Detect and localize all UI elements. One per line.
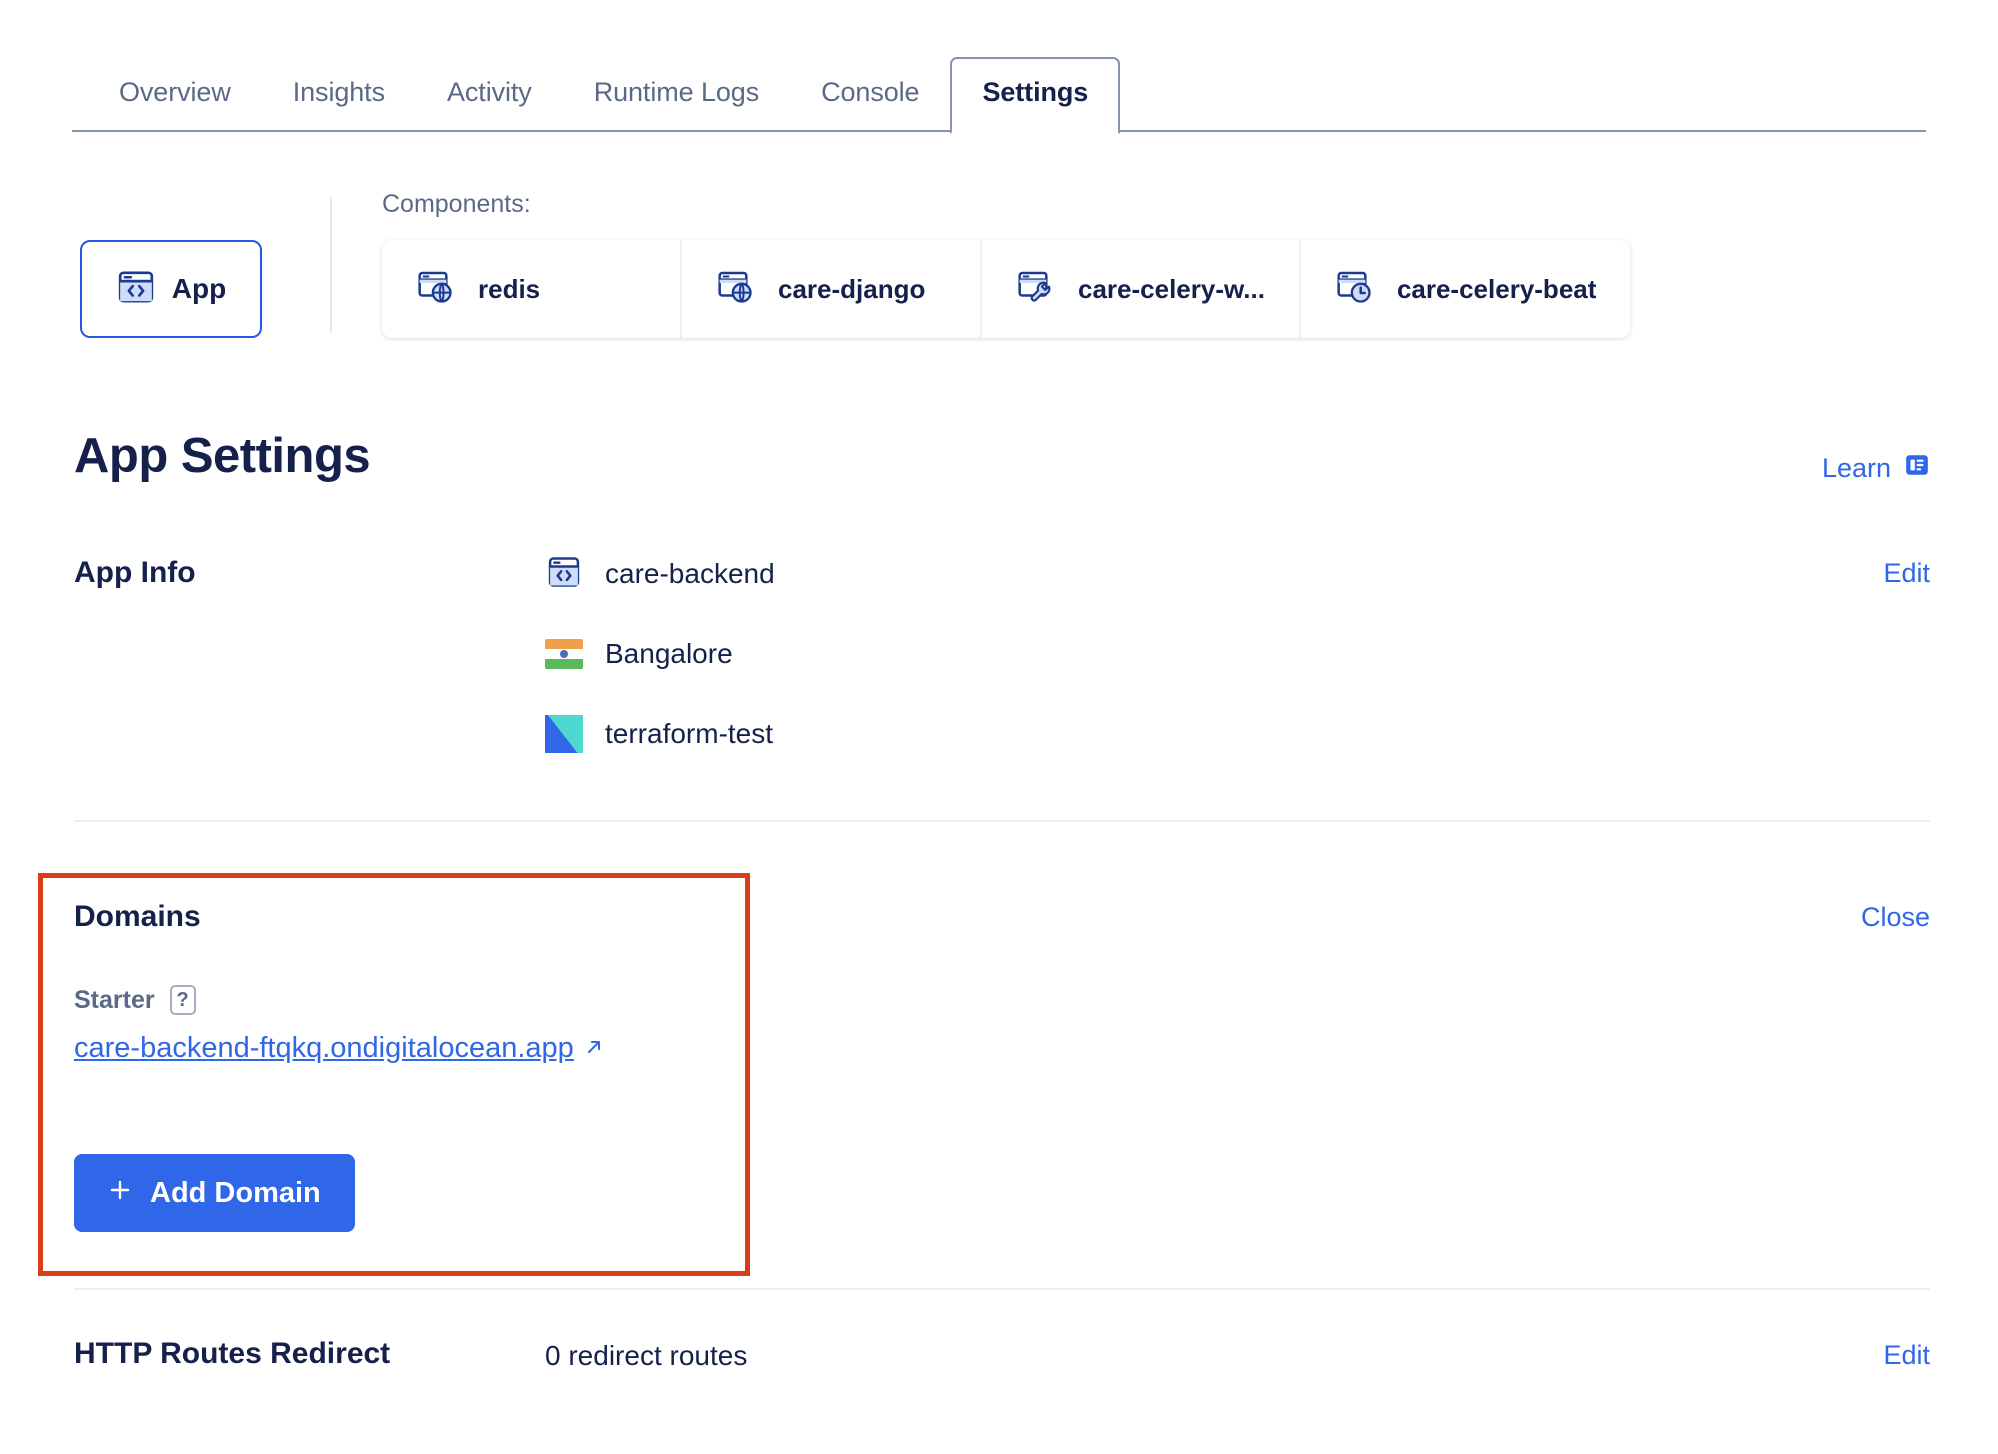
tab-overview[interactable]: Overview (88, 77, 262, 132)
code-window-icon (116, 267, 156, 312)
http-routes-value: 0 redirect routes (545, 1340, 748, 1371)
window-clock-icon (1335, 267, 1375, 312)
app-info-project: terraform-test (605, 718, 774, 749)
add-domain-button[interactable]: Add Domain (74, 1154, 355, 1232)
app-info-row-name: care-backend (545, 534, 775, 614)
domain-plan-row: Starter ? (74, 985, 196, 1015)
http-routes-edit-link[interactable]: Edit (1883, 1340, 1930, 1371)
app-settings-page: Overview Insights Activity Runtime Logs … (0, 0, 1998, 1454)
tab-settings[interactable]: Settings (950, 57, 1121, 134)
page-title: App Settings (74, 429, 371, 483)
component-label-care-celery-worker: care-celery-w... (1078, 273, 1265, 304)
component-label-redis: redis (478, 273, 541, 304)
tab-activity[interactable]: Activity (416, 77, 563, 132)
divider-app-info (74, 820, 1930, 822)
learn-label: Learn (1821, 453, 1891, 483)
app-info-edit-link[interactable]: Edit (1883, 558, 1930, 589)
component-label-care-celery-beat: care-celery-beat (1396, 273, 1597, 304)
flag-india-icon (545, 639, 583, 669)
app-info-row-project: terraform-test (545, 694, 775, 774)
app-info-list: care-backend Bangalore terraform-test (545, 534, 775, 774)
terraform-test-logo (545, 715, 583, 753)
help-question-icon[interactable]: ? (169, 985, 196, 1015)
tab-bar: Overview Insights Activity Runtime Logs … (0, 52, 1998, 134)
window-globe-icon (716, 267, 756, 312)
domain-plan-label: Starter (74, 985, 155, 1014)
domains-title: Domains (74, 900, 201, 933)
app-info-title: App Info (74, 556, 196, 589)
component-card-list: redis care-django care-celery-w... care-… (382, 240, 1631, 338)
domains-close-link[interactable]: Close (1861, 902, 1930, 933)
components-label: Components: (382, 190, 531, 218)
divider-domains (74, 1288, 1930, 1290)
components-strip: Components: App redis care-django care-c… (0, 190, 1998, 338)
domain-url-link[interactable]: care-backend-ftqkq.ondigitalocean.app (74, 1032, 604, 1065)
article-icon (1904, 452, 1930, 485)
learn-link[interactable]: Learn (1822, 452, 1930, 485)
http-routes-title: HTTP Routes Redirect (74, 1337, 391, 1370)
tab-runtime-logs[interactable]: Runtime Logs (563, 77, 790, 132)
app-info-row-region: Bangalore (545, 614, 775, 694)
component-card-redis[interactable]: redis (382, 240, 682, 338)
app-info-region: Bangalore (605, 638, 733, 669)
component-card-care-django[interactable]: care-django (682, 240, 982, 338)
domain-url-text: care-backend-ftqkq.ondigitalocean.app (74, 1032, 574, 1064)
component-label-care-django: care-django (778, 273, 926, 304)
window-globe-icon (416, 267, 456, 312)
app-card-label: App (171, 273, 227, 304)
plus-icon (108, 1177, 132, 1210)
app-card[interactable]: App (80, 240, 262, 338)
tab-insights[interactable]: Insights (262, 77, 416, 132)
external-link-arrow-icon (584, 1032, 604, 1065)
component-card-care-celery-beat[interactable]: care-celery-beat (1301, 240, 1630, 338)
app-info-name: care-backend (605, 558, 775, 589)
components-divider (330, 197, 332, 333)
window-wrench-icon (1016, 267, 1056, 312)
component-card-care-celery-worker[interactable]: care-celery-w... (982, 240, 1301, 338)
add-domain-label: Add Domain (150, 1176, 321, 1209)
tab-console[interactable]: Console (790, 77, 950, 132)
code-window-icon (545, 553, 583, 596)
